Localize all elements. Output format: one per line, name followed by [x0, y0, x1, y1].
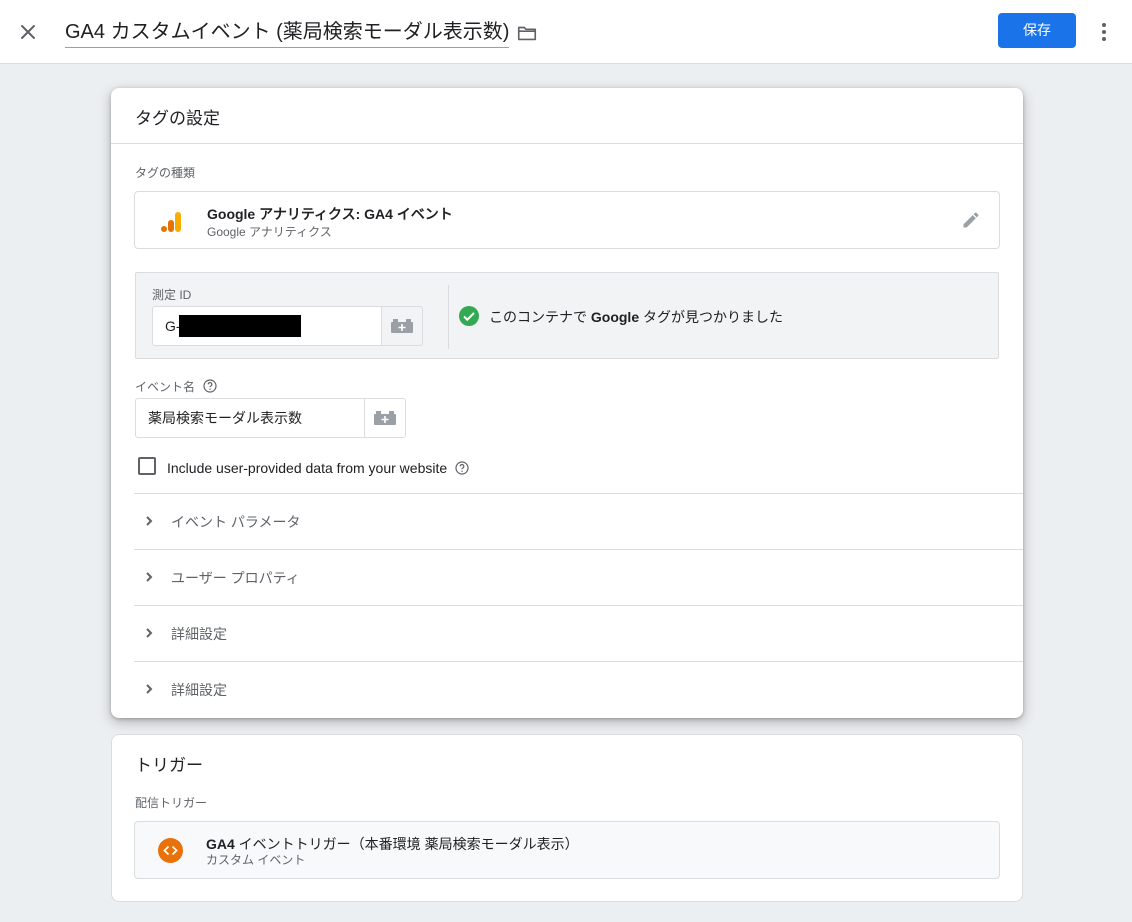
trigger-item[interactable]: GA4 イベントトリガー（本番環境 薬局検索モーダル表示） カスタム イベント — [134, 821, 1000, 879]
section-label: 詳細設定 — [171, 626, 227, 642]
section-advanced-settings-2[interactable]: 詳細設定 — [134, 661, 1023, 717]
trigger-card: トリガー 配信トリガー GA4 イベントトリガー（本番環境 薬局検索モーダル表示… — [111, 734, 1023, 902]
custom-event-icon — [158, 838, 183, 863]
user-data-checkbox-label: Include user-provided data from your web… — [167, 460, 448, 476]
section-label: 詳細設定 — [171, 682, 227, 698]
variable-brick-icon[interactable] — [381, 306, 423, 346]
google-analytics-icon — [161, 210, 183, 234]
pencil-icon[interactable] — [961, 210, 981, 230]
chevron-right-icon — [140, 624, 158, 642]
measurement-id-input[interactable]: G- — [152, 306, 382, 346]
firing-trigger-label: 配信トリガー — [135, 796, 208, 810]
help-icon[interactable] — [203, 379, 217, 393]
panel-divider — [448, 285, 449, 349]
trigger-type: カスタム イベント — [206, 853, 306, 867]
google-tag-found-message: このコンテナで Google タグが見つかりました — [489, 309, 784, 325]
tag-type-sub: Google アナリティクス — [207, 225, 332, 239]
section-label: ユーザー プロパティ — [171, 570, 300, 586]
check-circle-icon — [458, 305, 480, 327]
measurement-id-label: 測定 ID — [152, 288, 192, 302]
redacted-block — [179, 315, 301, 337]
tag-config-title: タグの設定 — [135, 109, 220, 128]
trigger-title: トリガー — [135, 756, 203, 775]
tag-type-name: Google アナリティクス: GA4 イベント — [207, 206, 453, 222]
tag-type-label: タグの種類 — [135, 166, 196, 180]
tag-type-selector[interactable]: Google アナリティクス: GA4 イベント Google アナリティクス — [134, 191, 1000, 249]
user-data-checkbox[interactable] — [138, 457, 156, 475]
chevron-right-icon — [140, 512, 158, 530]
event-name-input[interactable]: 薬局検索モーダル表示数 — [135, 398, 365, 438]
section-label: イベント パラメータ — [171, 514, 301, 530]
close-icon[interactable] — [16, 20, 40, 44]
more-vert-icon[interactable] — [1094, 20, 1114, 44]
top-bar: GA4 カスタムイベント (薬局検索モーダル表示数) 保存 — [0, 0, 1132, 64]
folder-icon[interactable] — [516, 22, 538, 44]
section-advanced-settings-1[interactable]: 詳細設定 — [134, 605, 1023, 661]
tag-config-card: タグの設定 タグの種類 Google アナリティクス: GA4 イベント Goo… — [111, 88, 1023, 718]
tag-name-input[interactable]: GA4 カスタムイベント (薬局検索モーダル表示数) — [65, 18, 510, 48]
chevron-right-icon — [140, 568, 158, 586]
save-button[interactable]: 保存 — [998, 13, 1076, 48]
section-event-parameters[interactable]: イベント パラメータ — [134, 493, 1023, 549]
tag-config-header: タグの設定 — [111, 88, 1023, 144]
measurement-id-panel: 測定 ID G- このコンテナで Google タグが見つかりました — [135, 272, 999, 359]
event-name-label: イベント名 — [135, 380, 196, 394]
help-icon[interactable] — [455, 461, 469, 475]
variable-brick-icon[interactable] — [364, 398, 406, 438]
section-user-properties[interactable]: ユーザー プロパティ — [134, 549, 1023, 605]
chevron-right-icon — [140, 680, 158, 698]
